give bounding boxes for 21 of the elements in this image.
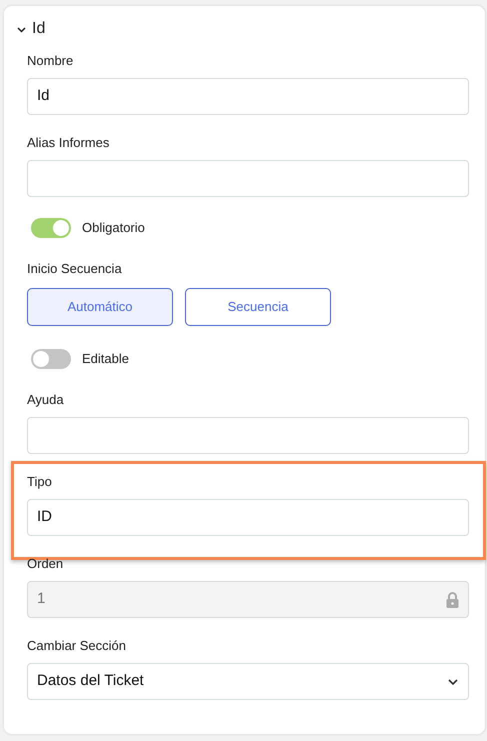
field-label: Nombre [27,52,74,70]
chevron-icon[interactable] [17,24,26,34]
field-label: Alias Informes [27,134,110,152]
input-field[interactable]: Id [27,78,469,115]
lock-icon [446,592,459,608]
field-label: Cambiar Sección [27,637,127,655]
field-label: Orden [27,555,64,573]
section-title: Id [32,20,46,38]
toggle-switch[interactable] [31,218,71,238]
input-field[interactable] [27,417,469,454]
field-label: Inicio Secuencia [27,260,123,278]
option-button[interactable]: Secuencia [185,288,331,326]
section-select[interactable]: Datos del Ticket [27,663,469,700]
option-button[interactable]: Automático [27,288,173,326]
input-field[interactable]: ID [27,499,469,536]
toggle-label: Obligatorio [82,219,145,237]
field-label: Ayuda [27,391,65,409]
field-label: Tipo [27,473,53,491]
toggle-switch[interactable] [31,349,71,369]
toggle-label: Editable [82,350,129,368]
input-field[interactable] [27,160,469,197]
